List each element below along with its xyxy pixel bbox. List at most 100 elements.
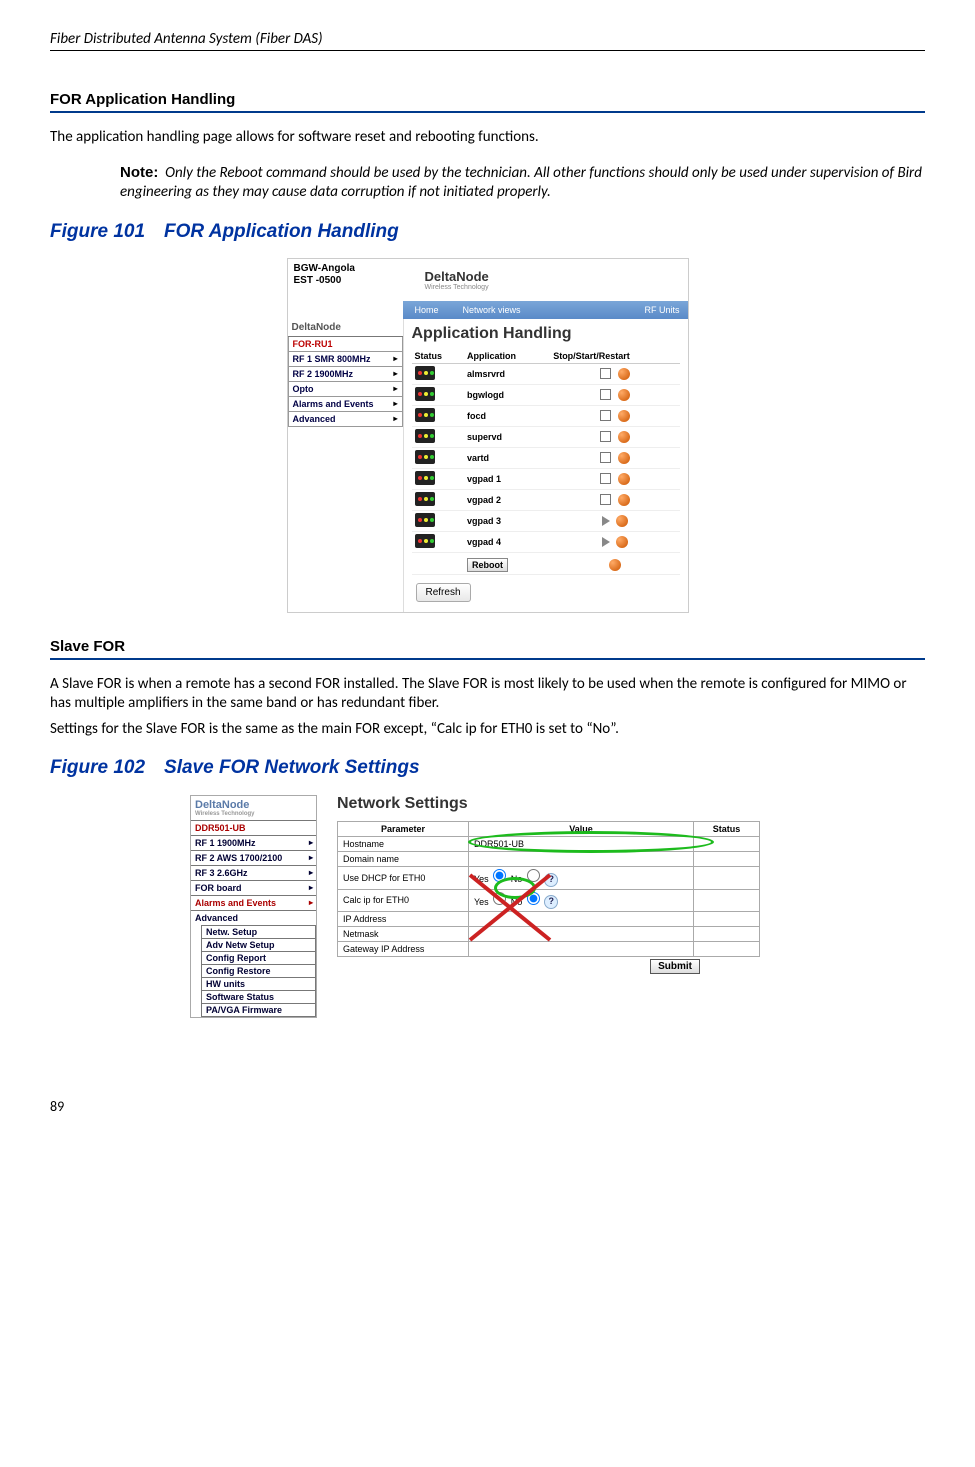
sidebar-item[interactable]: FOR-RU1 bbox=[288, 337, 403, 352]
stop-icon[interactable] bbox=[600, 389, 611, 400]
param-value[interactable] bbox=[469, 927, 694, 942]
section-heading-for-app-handling: FOR Application Handling bbox=[50, 91, 925, 113]
app-name: bgwlogd bbox=[464, 384, 550, 405]
restart-icon[interactable] bbox=[609, 559, 621, 571]
table-row: Domain name bbox=[338, 852, 760, 867]
sidebar-item[interactable]: RF 1 1900MHz▸ bbox=[191, 835, 316, 850]
page-header: Fiber Distributed Antenna System (Fiber … bbox=[50, 30, 925, 51]
param-value[interactable] bbox=[469, 912, 694, 927]
submenu-item[interactable]: PA/VGA Firmware bbox=[201, 1004, 316, 1017]
note-text-body: Only the Reboot command should be used b… bbox=[120, 164, 922, 202]
status-icon bbox=[415, 534, 435, 548]
table-row: Gateway IP Address bbox=[338, 942, 760, 957]
submenu-item[interactable]: Netw. Setup bbox=[201, 925, 316, 939]
table-row: almsrvrd bbox=[412, 363, 680, 384]
stop-icon[interactable] bbox=[600, 431, 611, 442]
table-row: Calc ip for ETH0Yes No ? bbox=[338, 889, 760, 912]
yes-label: Yes bbox=[474, 897, 489, 907]
figure-101-caption: Figure 101 FOR Application Handling bbox=[50, 221, 925, 243]
status-icon bbox=[415, 492, 435, 506]
param-value[interactable]: Yes No ? bbox=[469, 867, 694, 890]
submit-button[interactable]: Submit bbox=[650, 959, 700, 974]
stop-icon[interactable] bbox=[600, 410, 611, 421]
chevron-right-icon: ▸ bbox=[309, 898, 313, 907]
sidebar-item[interactable]: Opto▸ bbox=[288, 382, 403, 397]
refresh-button[interactable]: Refresh bbox=[416, 583, 471, 602]
no-radio[interactable] bbox=[527, 892, 540, 905]
nav-rf-units[interactable]: RF Units bbox=[632, 305, 687, 315]
restart-icon[interactable] bbox=[618, 431, 630, 443]
restart-icon[interactable] bbox=[618, 473, 630, 485]
chevron-right-icon: ▸ bbox=[393, 384, 397, 393]
start-icon[interactable] bbox=[602, 516, 610, 526]
submenu-item[interactable]: HW units bbox=[201, 978, 316, 991]
table-row: vgpad 4 bbox=[412, 531, 680, 552]
help-icon[interactable]: ? bbox=[544, 873, 558, 887]
panel-heading: Application Handling bbox=[412, 325, 680, 343]
param-value[interactable] bbox=[469, 942, 694, 957]
intro-paragraph: The application handling page allows for… bbox=[50, 128, 925, 148]
chevron-right-icon: ▸ bbox=[309, 838, 313, 847]
restart-icon[interactable] bbox=[618, 368, 630, 380]
sidebar-item[interactable]: Alarms and Events▸ bbox=[191, 895, 316, 910]
restart-icon[interactable] bbox=[616, 515, 628, 527]
param-value[interactable] bbox=[469, 852, 694, 867]
stop-icon[interactable] bbox=[600, 473, 611, 484]
yes-radio[interactable] bbox=[493, 869, 506, 882]
sidebar-logo-text: DeltaNode bbox=[195, 799, 249, 811]
sidebar: DeltaNode Wireless Technology DDR501-UBR… bbox=[190, 795, 317, 1018]
sidebar-item[interactable]: Advanced bbox=[191, 910, 316, 925]
restart-icon[interactable] bbox=[618, 410, 630, 422]
no-radio[interactable] bbox=[527, 869, 540, 882]
chevron-right-icon: ▸ bbox=[393, 414, 397, 423]
param-status bbox=[694, 889, 760, 912]
yes-radio[interactable] bbox=[493, 892, 506, 905]
restart-icon[interactable] bbox=[618, 389, 630, 401]
restart-icon[interactable] bbox=[616, 536, 628, 548]
param-label: Netmask bbox=[338, 927, 469, 942]
param-value[interactable]: Yes No ? bbox=[469, 889, 694, 912]
submenu-item[interactable]: Adv Netw Setup bbox=[201, 939, 316, 952]
table-row: vgpad 1 bbox=[412, 468, 680, 489]
param-status bbox=[694, 942, 760, 957]
yes-label: Yes bbox=[474, 874, 489, 884]
app-name: vgpad 3 bbox=[464, 510, 550, 531]
reboot-button[interactable]: Reboot bbox=[467, 558, 508, 572]
param-status bbox=[694, 852, 760, 867]
status-icon bbox=[415, 450, 435, 464]
submenu-item[interactable]: Config Report bbox=[201, 952, 316, 965]
param-value[interactable]: DDR501-UB bbox=[469, 837, 694, 852]
sidebar-item[interactable]: RF 1 SMR 800MHz▸ bbox=[288, 352, 403, 367]
sidebar-item[interactable]: FOR board▸ bbox=[191, 880, 316, 895]
stop-icon[interactable] bbox=[600, 494, 611, 505]
slave-for-p1: A Slave FOR is when a remote has a secon… bbox=[50, 675, 925, 714]
sidebar-item[interactable]: DDR501-UB bbox=[191, 821, 316, 835]
sidebar-item[interactable]: RF 3 2.6GHz▸ bbox=[191, 865, 316, 880]
top-nav: Home Network views RF Units bbox=[403, 301, 688, 319]
start-icon[interactable] bbox=[602, 537, 610, 547]
chevron-right-icon: ▸ bbox=[393, 354, 397, 363]
app-name: focd bbox=[464, 405, 550, 426]
nav-network-views[interactable]: Network views bbox=[451, 305, 533, 315]
param-label: Calc ip for ETH0 bbox=[338, 889, 469, 912]
panel-heading: Network Settings bbox=[337, 795, 760, 813]
help-icon[interactable]: ? bbox=[544, 895, 558, 909]
nav-home[interactable]: Home bbox=[403, 305, 451, 315]
submenu-item[interactable]: Config Restore bbox=[201, 965, 316, 978]
sidebar-item[interactable]: Advanced▸ bbox=[288, 412, 403, 427]
table-row: Netmask bbox=[338, 927, 760, 942]
figure-102-caption: Figure 102 Slave FOR Network Settings bbox=[50, 757, 925, 779]
section-heading-slave-for: Slave FOR bbox=[50, 638, 925, 660]
table-row: bgwlogd bbox=[412, 384, 680, 405]
sidebar-item[interactable]: Alarms and Events▸ bbox=[288, 397, 403, 412]
restart-icon[interactable] bbox=[618, 494, 630, 506]
col-status: Status bbox=[694, 822, 760, 837]
submenu-item[interactable]: Software Status bbox=[201, 991, 316, 1004]
sidebar-item[interactable]: RF 2 1900MHz▸ bbox=[288, 367, 403, 382]
restart-icon[interactable] bbox=[618, 452, 630, 464]
chevron-right-icon: ▸ bbox=[309, 883, 313, 892]
param-label: Domain name bbox=[338, 852, 469, 867]
sidebar-item[interactable]: RF 2 AWS 1700/2100▸ bbox=[191, 850, 316, 865]
stop-icon[interactable] bbox=[600, 368, 611, 379]
stop-icon[interactable] bbox=[600, 452, 611, 463]
